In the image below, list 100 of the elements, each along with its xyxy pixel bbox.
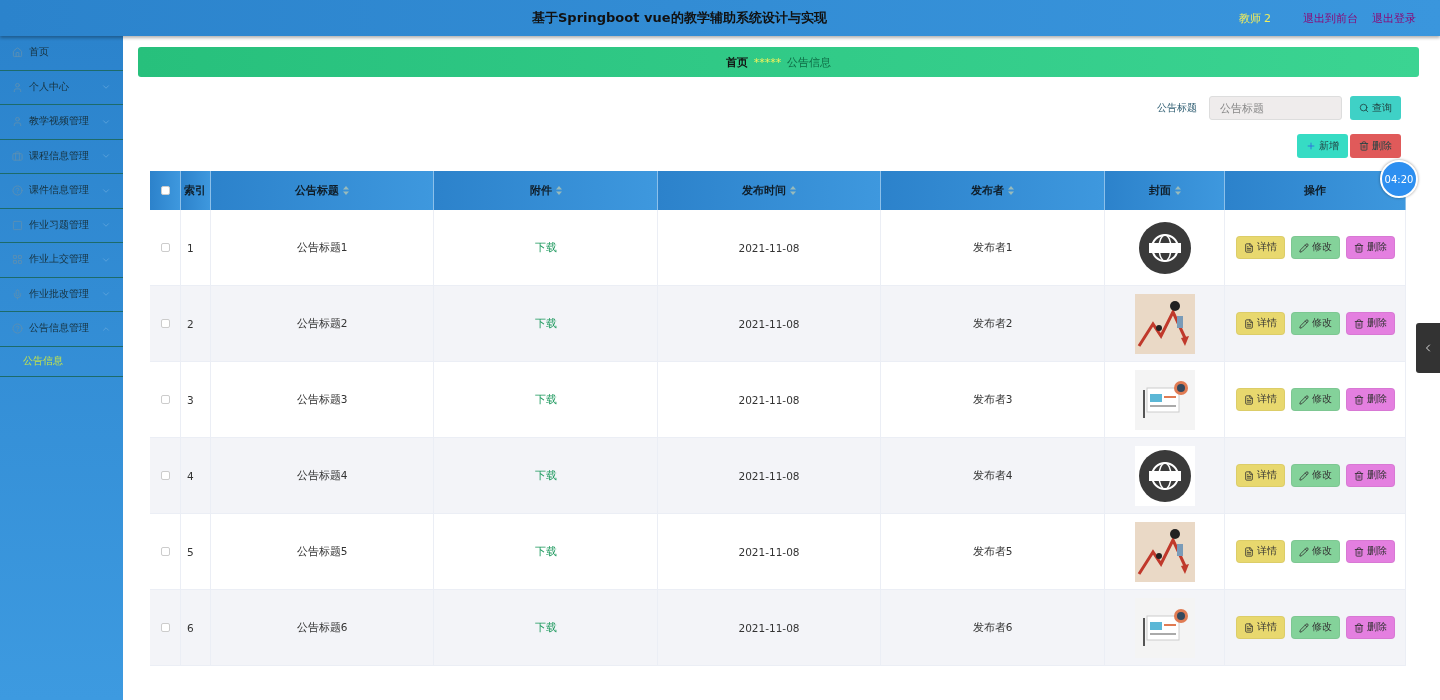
sidebar-item[interactable]: 首页 xyxy=(0,36,123,71)
details-button[interactable]: 详情 xyxy=(1235,616,1285,639)
details-button[interactable]: 详情 xyxy=(1235,464,1285,487)
row-checkbox[interactable] xyxy=(160,547,170,556)
header-link[interactable]: 退出登录 xyxy=(1372,10,1416,26)
download-link[interactable]: 下载 xyxy=(534,620,557,635)
column-header[interactable]: 发布时间 xyxy=(658,171,881,210)
download-link[interactable]: 下载 xyxy=(534,240,557,255)
download-link[interactable]: 下载 xyxy=(534,544,557,559)
menu-label: 课程信息管理 xyxy=(29,149,90,163)
table-cell: 2021-11-08 xyxy=(658,210,881,286)
search-field[interactable]: 公告标题 xyxy=(1209,96,1342,120)
menu-label: 公告信息管理 xyxy=(29,322,90,336)
sidebar-item[interactable]: 作业批改管理 xyxy=(0,277,123,312)
table-cell: 发布者3 xyxy=(881,362,1105,438)
delete-button[interactable]: 删除 xyxy=(1350,134,1401,158)
download-link[interactable]: 下载 xyxy=(534,468,557,483)
row-checkbox[interactable] xyxy=(160,243,170,252)
breadcrumb-home[interactable]: 首页 xyxy=(725,54,748,70)
column-header[interactable]: 公告标题 xyxy=(211,171,434,210)
row-checkbox[interactable] xyxy=(160,395,170,404)
column-header[interactable]: 附件 xyxy=(434,171,658,210)
edit-button[interactable]: 修改 xyxy=(1290,388,1340,411)
details-button[interactable]: 详情 xyxy=(1235,388,1285,411)
table-cell: 1 xyxy=(181,210,211,286)
menu-label: 作业批改管理 xyxy=(29,287,90,301)
microphone-icon xyxy=(12,288,23,300)
menu-label: 首页 xyxy=(29,46,50,60)
breadcrumb-separator: ***** xyxy=(753,55,782,69)
edit-button[interactable]: 修改 xyxy=(1290,616,1340,639)
pencil-icon xyxy=(1298,394,1309,405)
header-link[interactable]: 退出到前台 xyxy=(1303,10,1358,26)
sidebar-item[interactable]: 个人中心 xyxy=(0,70,123,105)
trash-icon xyxy=(1353,318,1364,329)
details-button[interactable]: 详情 xyxy=(1235,312,1285,335)
select-all-checkbox[interactable] xyxy=(160,186,170,195)
table-cell: 公告标题3 xyxy=(211,362,434,438)
menu-label: 教学视频管理 xyxy=(29,115,90,129)
user-icon xyxy=(12,81,23,93)
delete-button[interactable]: 删除 xyxy=(1345,236,1395,259)
menu-label: 作业习题管理 xyxy=(29,218,90,232)
user-name: 教师 2 xyxy=(1238,10,1271,26)
details-button[interactable]: 详情 xyxy=(1235,236,1285,259)
sidebar-item[interactable]: 公告信息管理 xyxy=(0,312,123,347)
table-cell: 公告标题5 xyxy=(211,514,434,590)
table-cell: 2021-11-08 xyxy=(658,590,881,666)
download-link[interactable]: 下载 xyxy=(534,316,557,331)
document-icon xyxy=(1243,242,1254,253)
edit-button[interactable]: 修改 xyxy=(1290,464,1340,487)
plus-icon xyxy=(1306,141,1316,151)
table-cell: 5 xyxy=(181,514,211,590)
document-icon xyxy=(1243,546,1254,557)
edit-button[interactable]: 修改 xyxy=(1290,540,1340,563)
column-header[interactable]: 发布者 xyxy=(881,171,1105,210)
search-button[interactable]: 查询 xyxy=(1350,96,1401,120)
sidebar-item[interactable]: 课件信息管理 xyxy=(0,174,123,209)
column-header[interactable]: 封面 xyxy=(1105,171,1225,210)
menu-label: 课件信息管理 xyxy=(29,184,90,198)
sidebar-item[interactable]: 作业上交管理 xyxy=(0,243,123,278)
row-checkbox[interactable] xyxy=(160,623,170,632)
delete-button[interactable]: 删除 xyxy=(1345,464,1395,487)
document-icon xyxy=(1243,394,1254,405)
submenu-item[interactable]: 公告信息 xyxy=(0,346,123,377)
collapse-tab[interactable] xyxy=(1416,323,1440,373)
document-icon xyxy=(1243,318,1254,329)
add-button[interactable]: 新增 xyxy=(1297,134,1348,158)
table-cell: 2021-11-08 xyxy=(658,362,881,438)
delete-button[interactable]: 删除 xyxy=(1345,616,1395,639)
sidebar-item[interactable]: 教学视频管理 xyxy=(0,105,123,140)
table-cell: 2 xyxy=(181,286,211,362)
delete-button[interactable]: 删除 xyxy=(1345,312,1395,335)
table-cell: 2021-11-08 xyxy=(658,438,881,514)
table-cell: 公告标题2 xyxy=(211,286,434,362)
delete-button[interactable]: 删除 xyxy=(1345,540,1395,563)
home-icon xyxy=(12,47,23,59)
table-cell: 公告标题4 xyxy=(211,438,434,514)
sort-icon[interactable] xyxy=(790,186,796,195)
sort-icon[interactable] xyxy=(555,186,562,195)
row-checkbox[interactable] xyxy=(160,471,170,480)
pencil-icon xyxy=(1298,470,1309,481)
delete-button[interactable]: 删除 xyxy=(1345,388,1395,411)
table-cell: 3 xyxy=(181,362,211,438)
sort-icon[interactable] xyxy=(1008,186,1014,195)
document-icon xyxy=(1243,470,1254,481)
trash-icon xyxy=(1353,546,1364,557)
sidebar-item[interactable]: 作业习题管理 xyxy=(0,208,123,243)
row-checkbox[interactable] xyxy=(160,319,170,328)
sidebar-item[interactable]: 课程信息管理 xyxy=(0,139,123,174)
details-button[interactable]: 详情 xyxy=(1235,540,1285,563)
download-link[interactable]: 下载 xyxy=(534,392,557,407)
table-cell: 发布者5 xyxy=(881,514,1105,590)
search-icon xyxy=(1359,103,1369,113)
edit-button[interactable]: 修改 xyxy=(1290,312,1340,335)
table-cell: 4 xyxy=(181,438,211,514)
edit-button[interactable]: 修改 xyxy=(1290,236,1340,259)
table-cell: 发布者2 xyxy=(881,286,1105,362)
pencil-icon xyxy=(1298,546,1309,557)
sort-icon[interactable] xyxy=(343,186,349,195)
sort-icon[interactable] xyxy=(1174,186,1181,195)
timer-badge: 04:20 xyxy=(1380,160,1418,198)
